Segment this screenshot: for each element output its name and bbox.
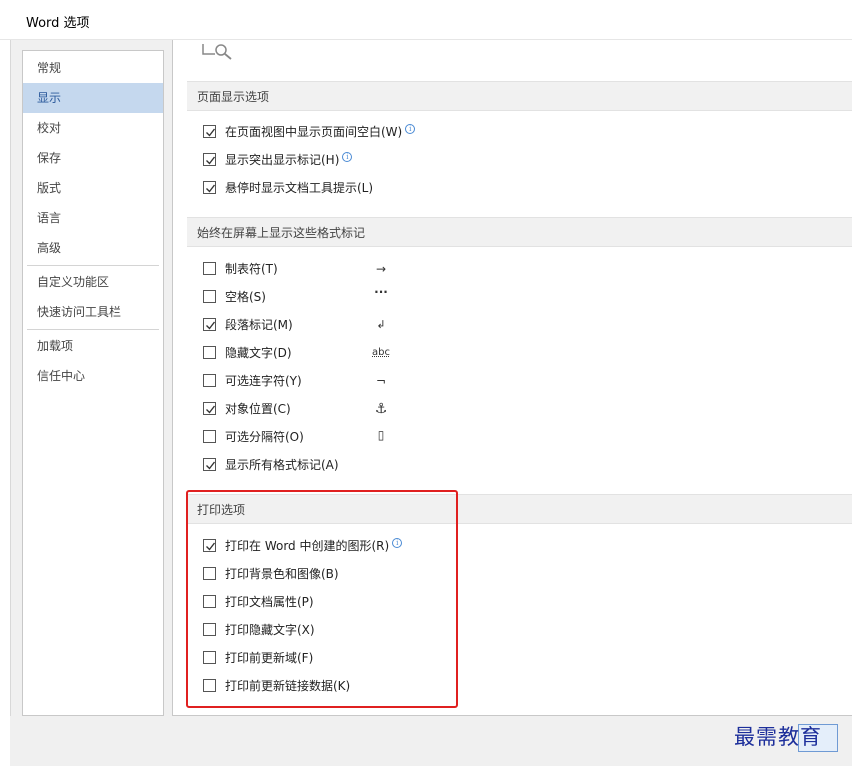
checkbox-tab-characters[interactable] <box>203 262 216 275</box>
checkbox-show-whitespace[interactable] <box>203 125 216 138</box>
checkbox-update-linked-data[interactable] <box>203 679 216 692</box>
label-optional-breaks: 可选分隔符(O) <box>225 430 304 444</box>
sidebar-divider <box>27 265 159 266</box>
sidebar-item-proofing[interactable]: 校对 <box>23 113 163 143</box>
display-magnifier-icon <box>202 44 232 60</box>
checkbox-spaces[interactable] <box>203 290 216 303</box>
label-show-whitespace: 在页面视图中显示页面间空白(W) <box>225 125 403 139</box>
tab-mark-icon: → <box>375 262 387 276</box>
watermark-text: 最需教育 <box>734 725 822 749</box>
hidden-text-mark-icon: abc <box>372 347 390 358</box>
label-print-background: 打印背景色和图像(B) <box>225 567 339 581</box>
info-icon: i <box>392 538 403 548</box>
label-update-fields: 打印前更新域(F) <box>225 651 314 665</box>
checkbox-show-highlighter[interactable] <box>203 153 216 166</box>
label-paragraph-marks: 段落标记(M) <box>225 318 293 332</box>
section-header-format-marks: 始终在屏幕上显示这些格式标记 <box>187 217 852 247</box>
checkbox-print-hidden-text[interactable] <box>203 623 216 636</box>
checkbox-hover-tooltips[interactable] <box>203 181 216 194</box>
sidebar-item-add-ins[interactable]: 加载项 <box>23 331 163 361</box>
label-spaces: 空格(S) <box>225 290 266 304</box>
label-show-highlighter: 显示突出显示标记(H) <box>225 153 340 167</box>
sidebar-item-language[interactable]: 语言 <box>23 203 163 233</box>
optional-hyphen-mark-icon: ¬ <box>375 374 387 388</box>
optional-break-mark-icon: ▯ <box>377 428 385 442</box>
sidebar-item-save[interactable]: 保存 <box>23 143 163 173</box>
label-print-properties: 打印文档属性(P) <box>225 595 314 609</box>
dialog-footer <box>10 716 852 766</box>
anchor-icon: ⚓ <box>374 401 388 417</box>
sidebar-item-customize-ribbon[interactable]: 自定义功能区 <box>23 267 163 297</box>
checkbox-update-fields[interactable] <box>203 651 216 664</box>
sidebar-item-display[interactable]: 显示 <box>23 83 163 113</box>
window-title: Word 选项 <box>26 16 90 31</box>
checkbox-optional-hyphens[interactable] <box>203 374 216 387</box>
section-header-print-options: 打印选项 <box>187 494 852 524</box>
label-optional-hyphens: 可选连字符(Y) <box>225 374 302 388</box>
sidebar-item-trust-center[interactable]: 信任中心 <box>23 361 163 391</box>
checkbox-paragraph-marks[interactable] <box>203 318 216 331</box>
sidebar-divider <box>27 329 159 330</box>
sidebar-item-typography[interactable]: 版式 <box>23 173 163 203</box>
label-print-drawings: 打印在 Word 中创建的图形(R) <box>225 539 390 553</box>
label-print-hidden-text: 打印隐藏文字(X) <box>225 623 315 637</box>
checkbox-hidden-text[interactable] <box>203 346 216 359</box>
sidebar-item-general[interactable]: 常规 <box>23 53 163 83</box>
title-bar: Word 选项 <box>0 0 852 40</box>
section-header-page-display: 页面显示选项 <box>187 81 852 111</box>
label-hidden-text: 隐藏文字(D) <box>225 346 292 360</box>
checkbox-object-anchors[interactable] <box>203 402 216 415</box>
label-object-anchors: 对象位置(C) <box>225 402 291 416</box>
display-options-pane[interactable]: 页面显示选项 在页面视图中显示页面间空白(W) i 显示突出显示标记(H) i 悬停… <box>172 40 852 716</box>
label-update-linked-data: 打印前更新链接数据(K) <box>225 679 351 693</box>
checkbox-optional-breaks[interactable] <box>203 430 216 443</box>
label-tab-characters: 制表符(T) <box>225 262 278 276</box>
sidebar-item-advanced[interactable]: 高级 <box>23 233 163 263</box>
label-hover-tooltips: 悬停时显示文档工具提示(L) <box>225 181 374 195</box>
checkbox-show-all-marks[interactable] <box>203 458 216 471</box>
info-icon: i <box>342 152 353 162</box>
sidebar-item-quick-access-toolbar[interactable]: 快速访问工具栏 <box>23 297 163 327</box>
paragraph-mark-icon: ↲ <box>376 318 386 331</box>
options-sidebar: 常规 显示 校对 保存 版式 语言 高级 自定义功能区 快速访问工具栏 加载项 … <box>22 50 164 716</box>
checkbox-print-properties[interactable] <box>203 595 216 608</box>
info-icon: i <box>405 124 416 134</box>
checkbox-print-background[interactable] <box>203 567 216 580</box>
space-mark-icon: ··· <box>374 285 388 299</box>
label-show-all-marks: 显示所有格式标记(A) <box>225 458 339 472</box>
checkbox-print-drawings[interactable] <box>203 539 216 552</box>
